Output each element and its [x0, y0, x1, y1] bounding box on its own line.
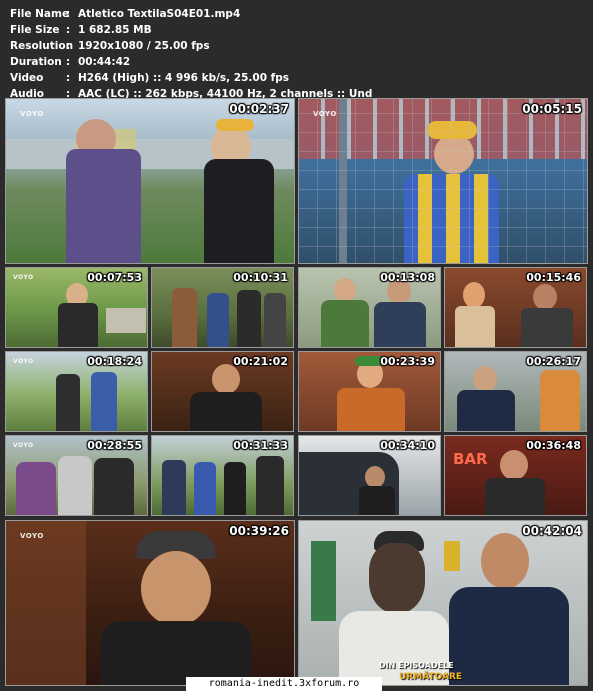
caption-line-2: URMĂTOARE — [399, 672, 463, 682]
thumbnail-frame: 00:15:46 — [444, 267, 587, 348]
thumbnail-frame: VOYO 00:05:15 — [298, 98, 588, 264]
thumbnail-frame: VOYO 00:02:37 — [5, 98, 295, 264]
info-key: Video — [10, 71, 44, 84]
timestamp-label: 00:39:26 — [229, 524, 289, 538]
info-value: 00:44:42 — [78, 55, 131, 68]
timestamp-label: 00:05:15 — [522, 102, 582, 116]
info-row-file-size: File Size:1 682.85 MB — [10, 23, 372, 39]
thumbnail-frame: 00:10:31 — [151, 267, 294, 348]
thumbnail-frame: VOYO 00:18:24 — [5, 351, 148, 432]
site-watermark: romania-inedit.3xforum.ro — [186, 677, 382, 691]
timestamp-label: 00:07:53 — [87, 271, 142, 284]
info-value: 1920x1080 / 25.00 fps — [78, 39, 210, 52]
thumbnail-frame: 00:13:08 — [298, 267, 441, 348]
voyo-logo: VOYO — [313, 110, 337, 118]
voyo-logo: VOYO — [20, 110, 44, 118]
voyo-logo: VOYO — [13, 358, 34, 365]
timestamp-label: 00:36:48 — [526, 439, 581, 452]
info-key: File Size — [10, 23, 60, 36]
thumbnail-frame: 00:26:17 — [444, 351, 587, 432]
info-sep: : — [66, 8, 71, 20]
timestamp-label: 00:34:10 — [380, 439, 435, 452]
timestamp-label: 00:10:31 — [233, 271, 288, 284]
info-value: Atletico TextilaS04E01.mp4 — [78, 8, 241, 20]
info-key: Resolution — [10, 39, 74, 52]
info-key: File Name — [10, 8, 70, 20]
timestamp-label: 00:15:46 — [526, 271, 581, 284]
info-row-duration: Duration:00:44:42 — [10, 55, 372, 71]
info-row-resolution: Resolution:1920x1080 / 25.00 fps — [10, 39, 372, 55]
timestamp-label: 00:23:39 — [380, 355, 435, 368]
timestamp-label: 00:18:24 — [87, 355, 142, 368]
bar-sign-text: BAR — [453, 450, 488, 468]
info-sep: : — [66, 55, 71, 68]
info-value: 1 682.85 MB — [78, 23, 152, 36]
timestamp-label: 00:28:55 — [87, 439, 142, 452]
thumbnail-frame: BAR 00:36:48 — [444, 435, 587, 516]
thumbnail-frame: 00:34:10 — [298, 435, 441, 516]
thumbnail-frame: 00:23:39 — [298, 351, 441, 432]
thumbnail-frame: 00:31:33 — [151, 435, 294, 516]
info-sep: : — [66, 39, 71, 52]
timestamp-label: 00:26:17 — [526, 355, 581, 368]
thumbnail-frame: DIN EPISOADELE URMĂTOARE 00:42:04 — [298, 520, 588, 686]
voyo-logo: VOYO — [13, 442, 34, 449]
thumbnail-frame: VOYO 00:39:26 — [5, 520, 295, 686]
caption-line-1: DIN EPISOADELE — [379, 661, 454, 670]
timestamp-label: 00:31:33 — [233, 439, 288, 452]
voyo-logo: VOYO — [20, 532, 44, 540]
thumbnail-frame: 00:21:02 — [151, 351, 294, 432]
info-row-file-name: File Name: Atletico TextilaS04E01.mp4 — [10, 7, 372, 23]
timestamp-label: 00:02:37 — [229, 102, 289, 116]
timestamp-label: 00:13:08 — [380, 271, 435, 284]
info-sep: : — [66, 71, 71, 84]
info-sep: : — [66, 23, 71, 36]
timestamp-label: 00:42:04 — [522, 524, 582, 538]
thumbnail-frame: VOYO 00:07:53 — [5, 267, 148, 348]
voyo-logo: VOYO — [13, 274, 34, 281]
info-value: H264 (High) :: 4 996 kb/s, 25.00 fps — [78, 71, 290, 84]
thumbnail-frame: VOYO 00:28:55 — [5, 435, 148, 516]
info-row-video: Video: H264 (High) :: 4 996 kb/s, 25.00 f… — [10, 71, 372, 87]
timestamp-label: 00:21:02 — [233, 355, 288, 368]
info-key: Duration — [10, 55, 62, 68]
media-info-panel: File Name: Atletico TextilaS04E01.mp4 Fil… — [10, 7, 372, 102]
